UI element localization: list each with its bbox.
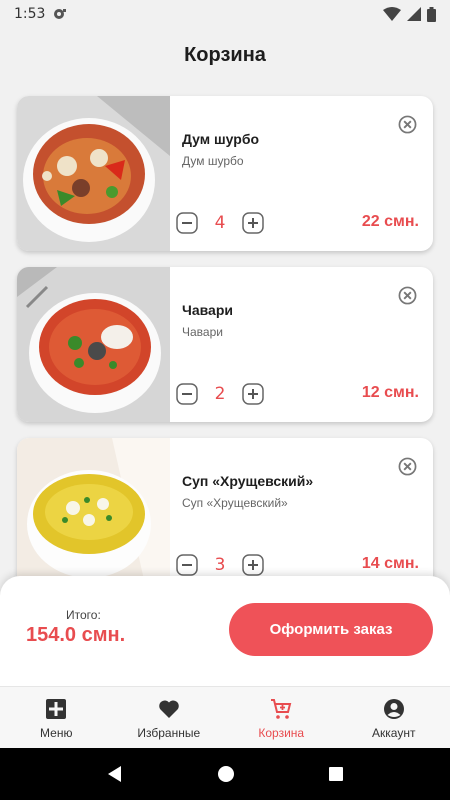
nav-label: Корзина (258, 726, 305, 740)
quantity-stepper: 3 (176, 554, 264, 576)
nav-item-menu[interactable]: Меню (0, 687, 113, 748)
page-title: Корзина (184, 44, 266, 66)
menu-icon (46, 699, 67, 719)
quantity-value: 4 (214, 213, 226, 233)
item-description: Дум шурбо (182, 154, 244, 168)
dish-image (17, 267, 170, 422)
bottom-nav: Меню Избранные Корзина Аккаунт (0, 686, 450, 748)
total-label: Итого: (66, 608, 101, 622)
item-name: Дум шурбо (182, 131, 260, 147)
quantity-stepper: 4 (176, 212, 264, 234)
checkout-panel: Итого: 154.0 смн. Оформить заказ (0, 576, 450, 688)
cart-icon (271, 699, 292, 719)
account-icon (383, 699, 404, 719)
minus-icon[interactable] (176, 212, 198, 234)
item-description: Суп «Хрущевский» (182, 496, 288, 510)
minus-icon[interactable] (176, 383, 198, 405)
status-icons (383, 6, 436, 22)
nav-item-favorites[interactable]: Избранные (113, 687, 226, 748)
cart-item[interactable]: Чавари Чавари 2 12 смн. (17, 267, 433, 422)
quantity-stepper: 2 (176, 383, 264, 405)
status-time: 1:53 (14, 6, 46, 22)
plus-icon[interactable] (242, 383, 264, 405)
item-name: Суп «Хрущевский» (182, 473, 314, 489)
nav-label: Аккаунт (372, 726, 416, 740)
nav-item-cart[interactable]: Корзина (225, 687, 338, 748)
item-price: 22 смн. (361, 213, 419, 230)
dish-image (17, 438, 170, 593)
item-description: Чавари (182, 325, 223, 339)
status-bar: 1:53 (0, 0, 450, 28)
total-value: 154.0 смн. (26, 624, 126, 646)
item-name: Чавари (182, 302, 233, 318)
remove-icon[interactable] (398, 115, 417, 134)
system-nav-bar (0, 748, 450, 800)
notification-icon (54, 9, 67, 19)
home-icon[interactable] (217, 765, 235, 783)
battery-icon (427, 6, 436, 22)
signal-icon (407, 7, 421, 21)
minus-icon[interactable] (176, 554, 198, 576)
wifi-icon (383, 7, 401, 21)
cart-list: Дум шурбо Дум шурбо 4 22 смн. Чавари Чав… (17, 96, 433, 609)
nav-item-account[interactable]: Аккаунт (338, 687, 450, 748)
quantity-value: 2 (214, 384, 226, 404)
dish-image (17, 96, 170, 251)
item-price: 14 смн. (361, 555, 419, 572)
checkout-button[interactable]: Оформить заказ (229, 603, 433, 656)
remove-icon[interactable] (398, 457, 417, 476)
plus-icon[interactable] (242, 212, 264, 234)
recents-icon[interactable] (328, 766, 344, 782)
remove-icon[interactable] (398, 286, 417, 305)
plus-icon[interactable] (242, 554, 264, 576)
nav-label: Избранные (137, 726, 201, 740)
back-icon[interactable] (106, 765, 124, 783)
quantity-value: 3 (214, 555, 226, 575)
item-price: 12 смн. (361, 384, 419, 401)
nav-label: Меню (40, 726, 73, 740)
heart-icon (158, 700, 179, 718)
cart-item[interactable]: Суп «Хрущевский» Суп «Хрущевский» 3 14 с… (17, 438, 433, 593)
cart-item[interactable]: Дум шурбо Дум шурбо 4 22 смн. (17, 96, 433, 251)
